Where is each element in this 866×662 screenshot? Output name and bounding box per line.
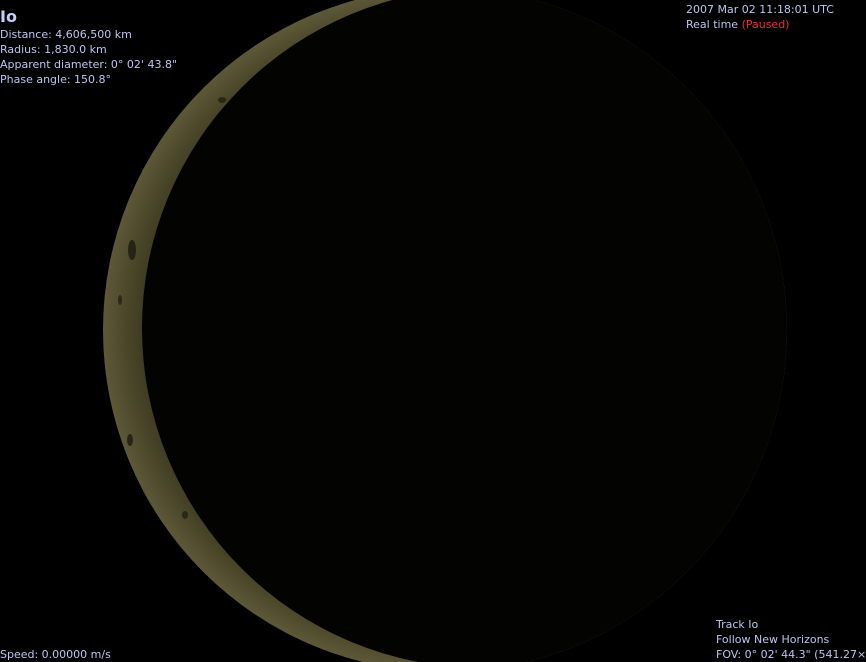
surface-spot	[118, 295, 122, 305]
io-planet[interactable]	[0, 0, 866, 662]
tracking-info: Track Io Follow New Horizons FOV: 0° 02'…	[716, 617, 866, 662]
object-phase-angle: Phase angle: 150.8°	[0, 73, 112, 86]
celestia-viewport[interactable]: Io Distance: 4,606,500 km Radius: 1,830.…	[0, 0, 866, 662]
object-apparent-diameter: Apparent diameter: 0° 02' 43.8"	[0, 58, 177, 71]
object-radius: Radius: 1,830.0 km	[0, 43, 107, 56]
surface-spot	[128, 240, 136, 260]
surface-spot	[127, 434, 133, 446]
surface-spot	[218, 97, 226, 103]
selected-object-info: Io Distance: 4,606,500 km Radius: 1,830.…	[0, 7, 177, 87]
surface-spot	[182, 511, 188, 519]
time-display: 2007 Mar 02 11:18:01 UTC Real time (Paus…	[686, 2, 834, 32]
object-name: Io	[0, 7, 17, 26]
speed-display: Speed: 0.00000 m/s	[0, 648, 111, 661]
io-night-side	[142, 0, 787, 662]
paused-status: (Paused)	[741, 18, 790, 31]
time-rate-label: Real time	[686, 18, 739, 31]
object-distance: Distance: 4,606,500 km	[0, 28, 132, 41]
track-target: Track Io	[716, 618, 759, 631]
simulation-datetime: 2007 Mar 02 11:18:01 UTC	[686, 3, 834, 16]
field-of-view: FOV: 0° 02' 44.3" (541.27×)	[716, 648, 866, 661]
time-rate: Real time (Paused)	[686, 17, 834, 32]
follow-target: Follow New Horizons	[716, 633, 830, 646]
